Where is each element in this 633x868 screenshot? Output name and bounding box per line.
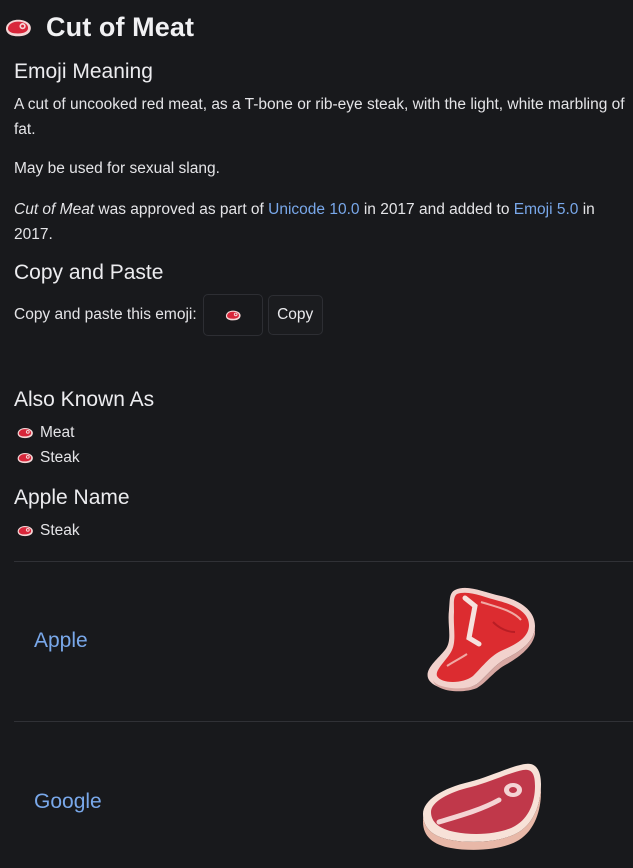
cut-of-meat-emoji-icon <box>16 451 34 465</box>
alias-item: Steak <box>16 449 80 467</box>
emoji-description: A cut of uncooked red meat, as a T-bone … <box>14 96 625 138</box>
vendor-link-google[interactable]: Google <box>34 790 102 814</box>
page-title: Cut of Meat <box>46 12 195 42</box>
emoji-meaning-heading: Emoji Meaning <box>14 60 153 83</box>
google-steak-emoji <box>423 763 541 850</box>
copy-button[interactable]: Copy <box>267 295 323 335</box>
cut-of-meat-emoji-icon <box>16 426 34 440</box>
section-divider <box>14 721 633 722</box>
unicode-version-link[interactable]: Unicode 10.0 <box>268 201 359 218</box>
section-divider <box>14 561 633 562</box>
apple-name-item: Steak <box>16 522 80 540</box>
approval-emoji-name: Cut of Meat <box>14 201 95 218</box>
also-known-as-heading: Also Known As <box>14 388 155 411</box>
copy-paste-row: Copy and paste this emoji: Copy <box>14 294 323 336</box>
apple-t-bone-steak-emoji <box>427 587 535 692</box>
cut-of-meat-emoji-icon <box>224 309 242 322</box>
emoji-slang-note: May be used for sexual slang. <box>14 160 220 177</box>
cut-of-meat-emoji-icon <box>16 524 34 538</box>
cut-of-meat-emoji-icon <box>3 17 33 39</box>
approval-paragraph: Cut of Meat was approved as part of Unic… <box>14 201 595 243</box>
copy-paste-label: Copy and paste this emoji: <box>14 306 197 323</box>
alias-item: Meat <box>16 424 74 442</box>
vendor-link-apple[interactable]: Apple <box>34 629 88 653</box>
apple-name-heading: Apple Name <box>14 486 130 509</box>
page-header: Cut of Meat <box>3 12 194 43</box>
copy-paste-heading: Copy and Paste <box>14 261 164 284</box>
emoji-copy-field[interactable] <box>202 294 263 336</box>
emoji-version-link[interactable]: Emoji 5.0 <box>514 201 579 218</box>
